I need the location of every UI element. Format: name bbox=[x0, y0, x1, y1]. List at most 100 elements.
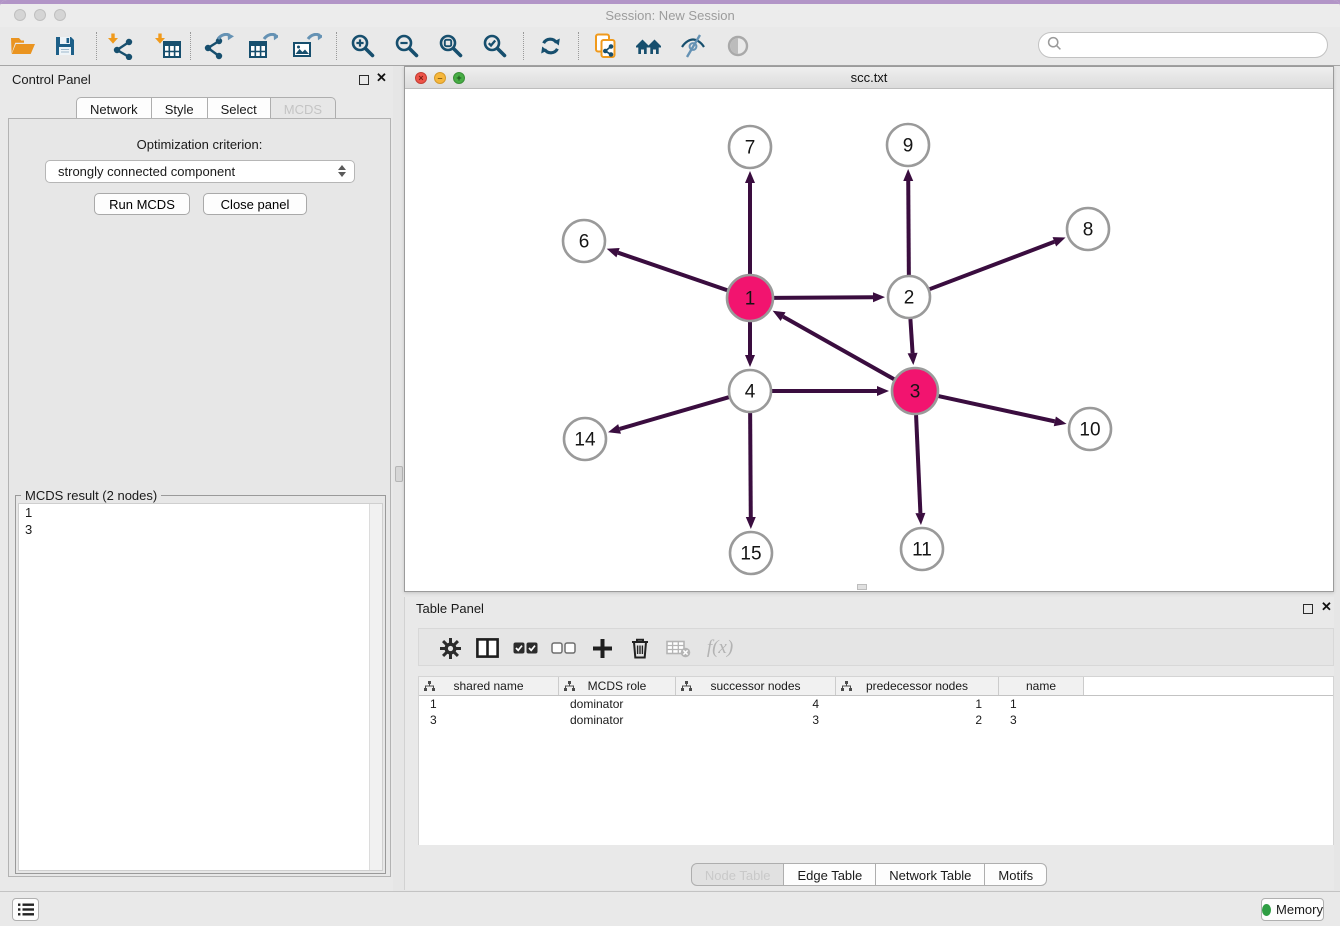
mcds-result-list[interactable]: 13 bbox=[18, 503, 383, 871]
table-row-1[interactable]: 1dominator411 bbox=[419, 696, 1333, 712]
node-14[interactable]: 14 bbox=[564, 418, 606, 460]
deselect-all-icon[interactable] bbox=[549, 635, 577, 661]
float-panel-icon[interactable] bbox=[359, 75, 369, 85]
table-tabs: Node TableEdge TableNetwork TableMotifs bbox=[405, 863, 1334, 886]
network-window-titlebar[interactable]: × – + scc.txt bbox=[405, 67, 1333, 89]
node-4[interactable]: 4 bbox=[729, 370, 771, 412]
edge-3-1[interactable] bbox=[783, 317, 894, 380]
table-tab-motifs[interactable]: Motifs bbox=[984, 863, 1047, 886]
result-scrollbar[interactable] bbox=[369, 504, 382, 870]
table-tab-edge-table[interactable]: Edge Table bbox=[783, 863, 876, 886]
mcds-tab-content: Optimization criterion: strongly connect… bbox=[8, 118, 391, 877]
node-1[interactable]: 1 bbox=[727, 275, 773, 321]
panel-splitter-handle[interactable] bbox=[395, 466, 403, 482]
column-header-mcds-role[interactable]: MCDS role bbox=[559, 677, 676, 695]
node-3[interactable]: 3 bbox=[892, 368, 938, 414]
tab-select[interactable]: Select bbox=[207, 97, 271, 119]
run-mcds-button[interactable]: Run MCDS bbox=[94, 193, 190, 215]
svg-text:4: 4 bbox=[745, 382, 756, 403]
hide-selected-icon[interactable] bbox=[678, 31, 708, 61]
first-neighbors-icon[interactable] bbox=[634, 31, 664, 61]
edge-1-2[interactable] bbox=[774, 297, 873, 298]
zoom-fit-icon[interactable] bbox=[436, 31, 466, 61]
delete-column-icon[interactable] bbox=[626, 635, 654, 661]
zoom-in-icon[interactable] bbox=[348, 31, 378, 61]
export-network-icon[interactable] bbox=[204, 31, 234, 61]
import-table-icon[interactable] bbox=[152, 31, 182, 61]
search-field[interactable] bbox=[1038, 32, 1328, 58]
table-tab-node-table[interactable]: Node Table bbox=[691, 863, 785, 886]
cell-name[interactable]: 1 bbox=[999, 697, 1084, 711]
network-canvas-svg[interactable]: 7 9 6 8 1 2 4 3 14 10 15 11 bbox=[405, 89, 1333, 592]
cell-mcds-role[interactable]: dominator bbox=[559, 697, 676, 711]
cell-predecessor-nodes[interactable]: 1 bbox=[836, 697, 999, 711]
tab-style[interactable]: Style bbox=[151, 97, 208, 119]
memory-button[interactable]: Memory bbox=[1261, 898, 1324, 921]
network-window-title: scc.txt bbox=[405, 70, 1333, 85]
export-image-icon[interactable] bbox=[292, 31, 322, 61]
add-column-icon[interactable] bbox=[588, 635, 616, 661]
search-input[interactable] bbox=[1062, 35, 1327, 55]
status-bar: Memory bbox=[0, 891, 1340, 926]
tab-network[interactable]: Network bbox=[76, 97, 152, 119]
column-header-predecessor-nodes[interactable]: predecessor nodes bbox=[836, 677, 999, 695]
cell-predecessor-nodes[interactable]: 2 bbox=[836, 713, 999, 727]
close-panel-icon[interactable]: ✕ bbox=[376, 70, 390, 86]
close-table-panel-icon[interactable]: ✕ bbox=[1321, 599, 1335, 615]
node-11[interactable]: 11 bbox=[901, 528, 943, 570]
show-columns-icon[interactable] bbox=[473, 635, 501, 661]
export-table-icon[interactable] bbox=[248, 31, 278, 61]
cell-shared-name[interactable]: 3 bbox=[419, 713, 559, 727]
edge-2-3[interactable] bbox=[910, 319, 912, 353]
cell-name[interactable]: 3 bbox=[999, 713, 1084, 727]
mcds-result-line: 1 bbox=[19, 504, 382, 521]
function-builder-icon[interactable]: f(x) bbox=[702, 635, 738, 661]
edge-4-15[interactable] bbox=[750, 413, 751, 517]
edge-3-10[interactable] bbox=[938, 396, 1054, 421]
zoom-selected-icon[interactable] bbox=[480, 31, 510, 61]
edge-2-8[interactable] bbox=[930, 242, 1055, 289]
float-table-panel-icon[interactable] bbox=[1303, 604, 1313, 614]
table-settings-icon[interactable] bbox=[436, 635, 464, 661]
node-8[interactable]: 8 bbox=[1067, 208, 1109, 250]
import-network-icon[interactable] bbox=[104, 31, 134, 61]
node-7[interactable]: 7 bbox=[729, 126, 771, 168]
edge-4-14[interactable] bbox=[620, 397, 729, 429]
clone-network-icon[interactable] bbox=[591, 31, 621, 61]
node-9[interactable]: 9 bbox=[887, 124, 929, 166]
edge-3-11[interactable] bbox=[916, 415, 920, 513]
network-canvas[interactable]: 7 9 6 8 1 2 4 3 14 10 15 11 bbox=[405, 89, 1333, 591]
table-row-2[interactable]: 3dominator323 bbox=[419, 712, 1333, 728]
cell-successor-nodes[interactable]: 4 bbox=[676, 697, 836, 711]
edge-1-6[interactable] bbox=[618, 253, 727, 291]
fx-label: f(x) bbox=[707, 637, 733, 659]
cell-shared-name[interactable]: 1 bbox=[419, 697, 559, 711]
cell-mcds-role[interactable]: dominator bbox=[559, 713, 676, 727]
edge-2-9[interactable] bbox=[908, 181, 909, 275]
delete-table-icon[interactable] bbox=[664, 635, 692, 661]
window-title: Session: New Session bbox=[0, 8, 1340, 23]
show-graphics-details-icon[interactable] bbox=[723, 31, 753, 61]
network-resize-grip[interactable] bbox=[857, 584, 867, 590]
select-all-icon[interactable] bbox=[511, 635, 539, 661]
tab-mcds[interactable]: MCDS bbox=[270, 97, 336, 119]
open-file-icon[interactable] bbox=[8, 31, 38, 61]
apply-layout-icon[interactable] bbox=[535, 31, 565, 61]
criterion-dropdown[interactable]: strongly connected component bbox=[45, 160, 355, 183]
close-panel-button[interactable]: Close panel bbox=[203, 193, 307, 215]
node-6[interactable]: 6 bbox=[563, 220, 605, 262]
column-header-name[interactable]: name bbox=[999, 677, 1084, 695]
zoom-out-icon[interactable] bbox=[392, 31, 422, 61]
column-header-label: name bbox=[1026, 679, 1056, 693]
task-history-button[interactable] bbox=[12, 898, 39, 921]
node-15[interactable]: 15 bbox=[730, 532, 772, 574]
node-10[interactable]: 10 bbox=[1069, 408, 1111, 450]
column-header-successor-nodes[interactable]: successor nodes bbox=[676, 677, 836, 695]
column-header-label: MCDS role bbox=[588, 679, 647, 693]
save-session-icon[interactable] bbox=[50, 31, 80, 61]
node-2[interactable]: 2 bbox=[888, 276, 930, 318]
mcds-result-groupbox: MCDS result (2 nodes) 13 bbox=[15, 495, 386, 874]
cell-successor-nodes[interactable]: 3 bbox=[676, 713, 836, 727]
table-tab-network-table[interactable]: Network Table bbox=[875, 863, 985, 886]
column-header-shared-name[interactable]: shared name bbox=[419, 677, 559, 695]
